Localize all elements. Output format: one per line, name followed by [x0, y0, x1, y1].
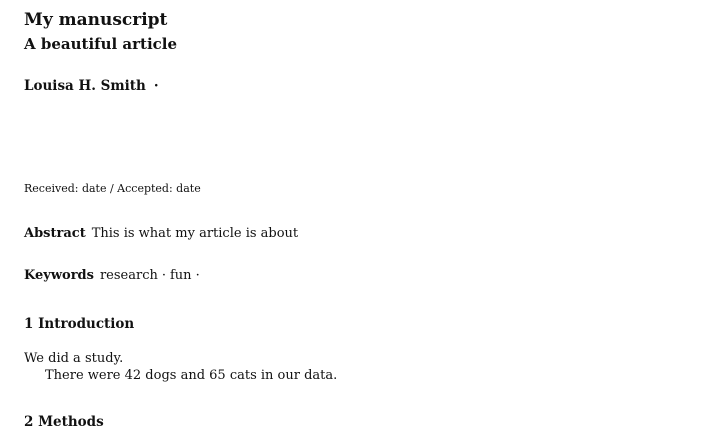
abstract-label: Abstract — [24, 226, 86, 241]
keyword-item: research — [99, 268, 158, 283]
keyword-item: fun — [170, 268, 192, 283]
paragraph: There were 42 dogs and 65 cats in our da… — [45, 368, 338, 383]
abstract: Abstract This is what my article is about — [24, 226, 298, 242]
keywords-label: Keywords — [24, 268, 94, 283]
keyword-separator: · — [195, 268, 200, 283]
section-heading-methods: 2 Methods — [24, 414, 104, 430]
paper-subtitle: A beautiful article — [24, 35, 178, 53]
abstract-text: This is what my article is about — [91, 226, 299, 241]
author-name: Louisa H. Smith — [24, 78, 146, 94]
keyword-separator: · — [161, 268, 166, 283]
keywords: Keywords research · fun · — [24, 268, 204, 284]
manuscript-page: My manuscript A beautiful article Louisa… — [24, 0, 684, 447]
author-line: Louisa H. Smith · — [24, 78, 159, 95]
paragraph: We did a study. — [24, 351, 124, 366]
section-heading-introduction: 1 Introduction — [24, 316, 135, 332]
received-accepted-line: Received: date / Accepted: date — [24, 182, 201, 195]
paper-title: My manuscript — [24, 10, 168, 30]
author-separator: · — [153, 78, 159, 94]
